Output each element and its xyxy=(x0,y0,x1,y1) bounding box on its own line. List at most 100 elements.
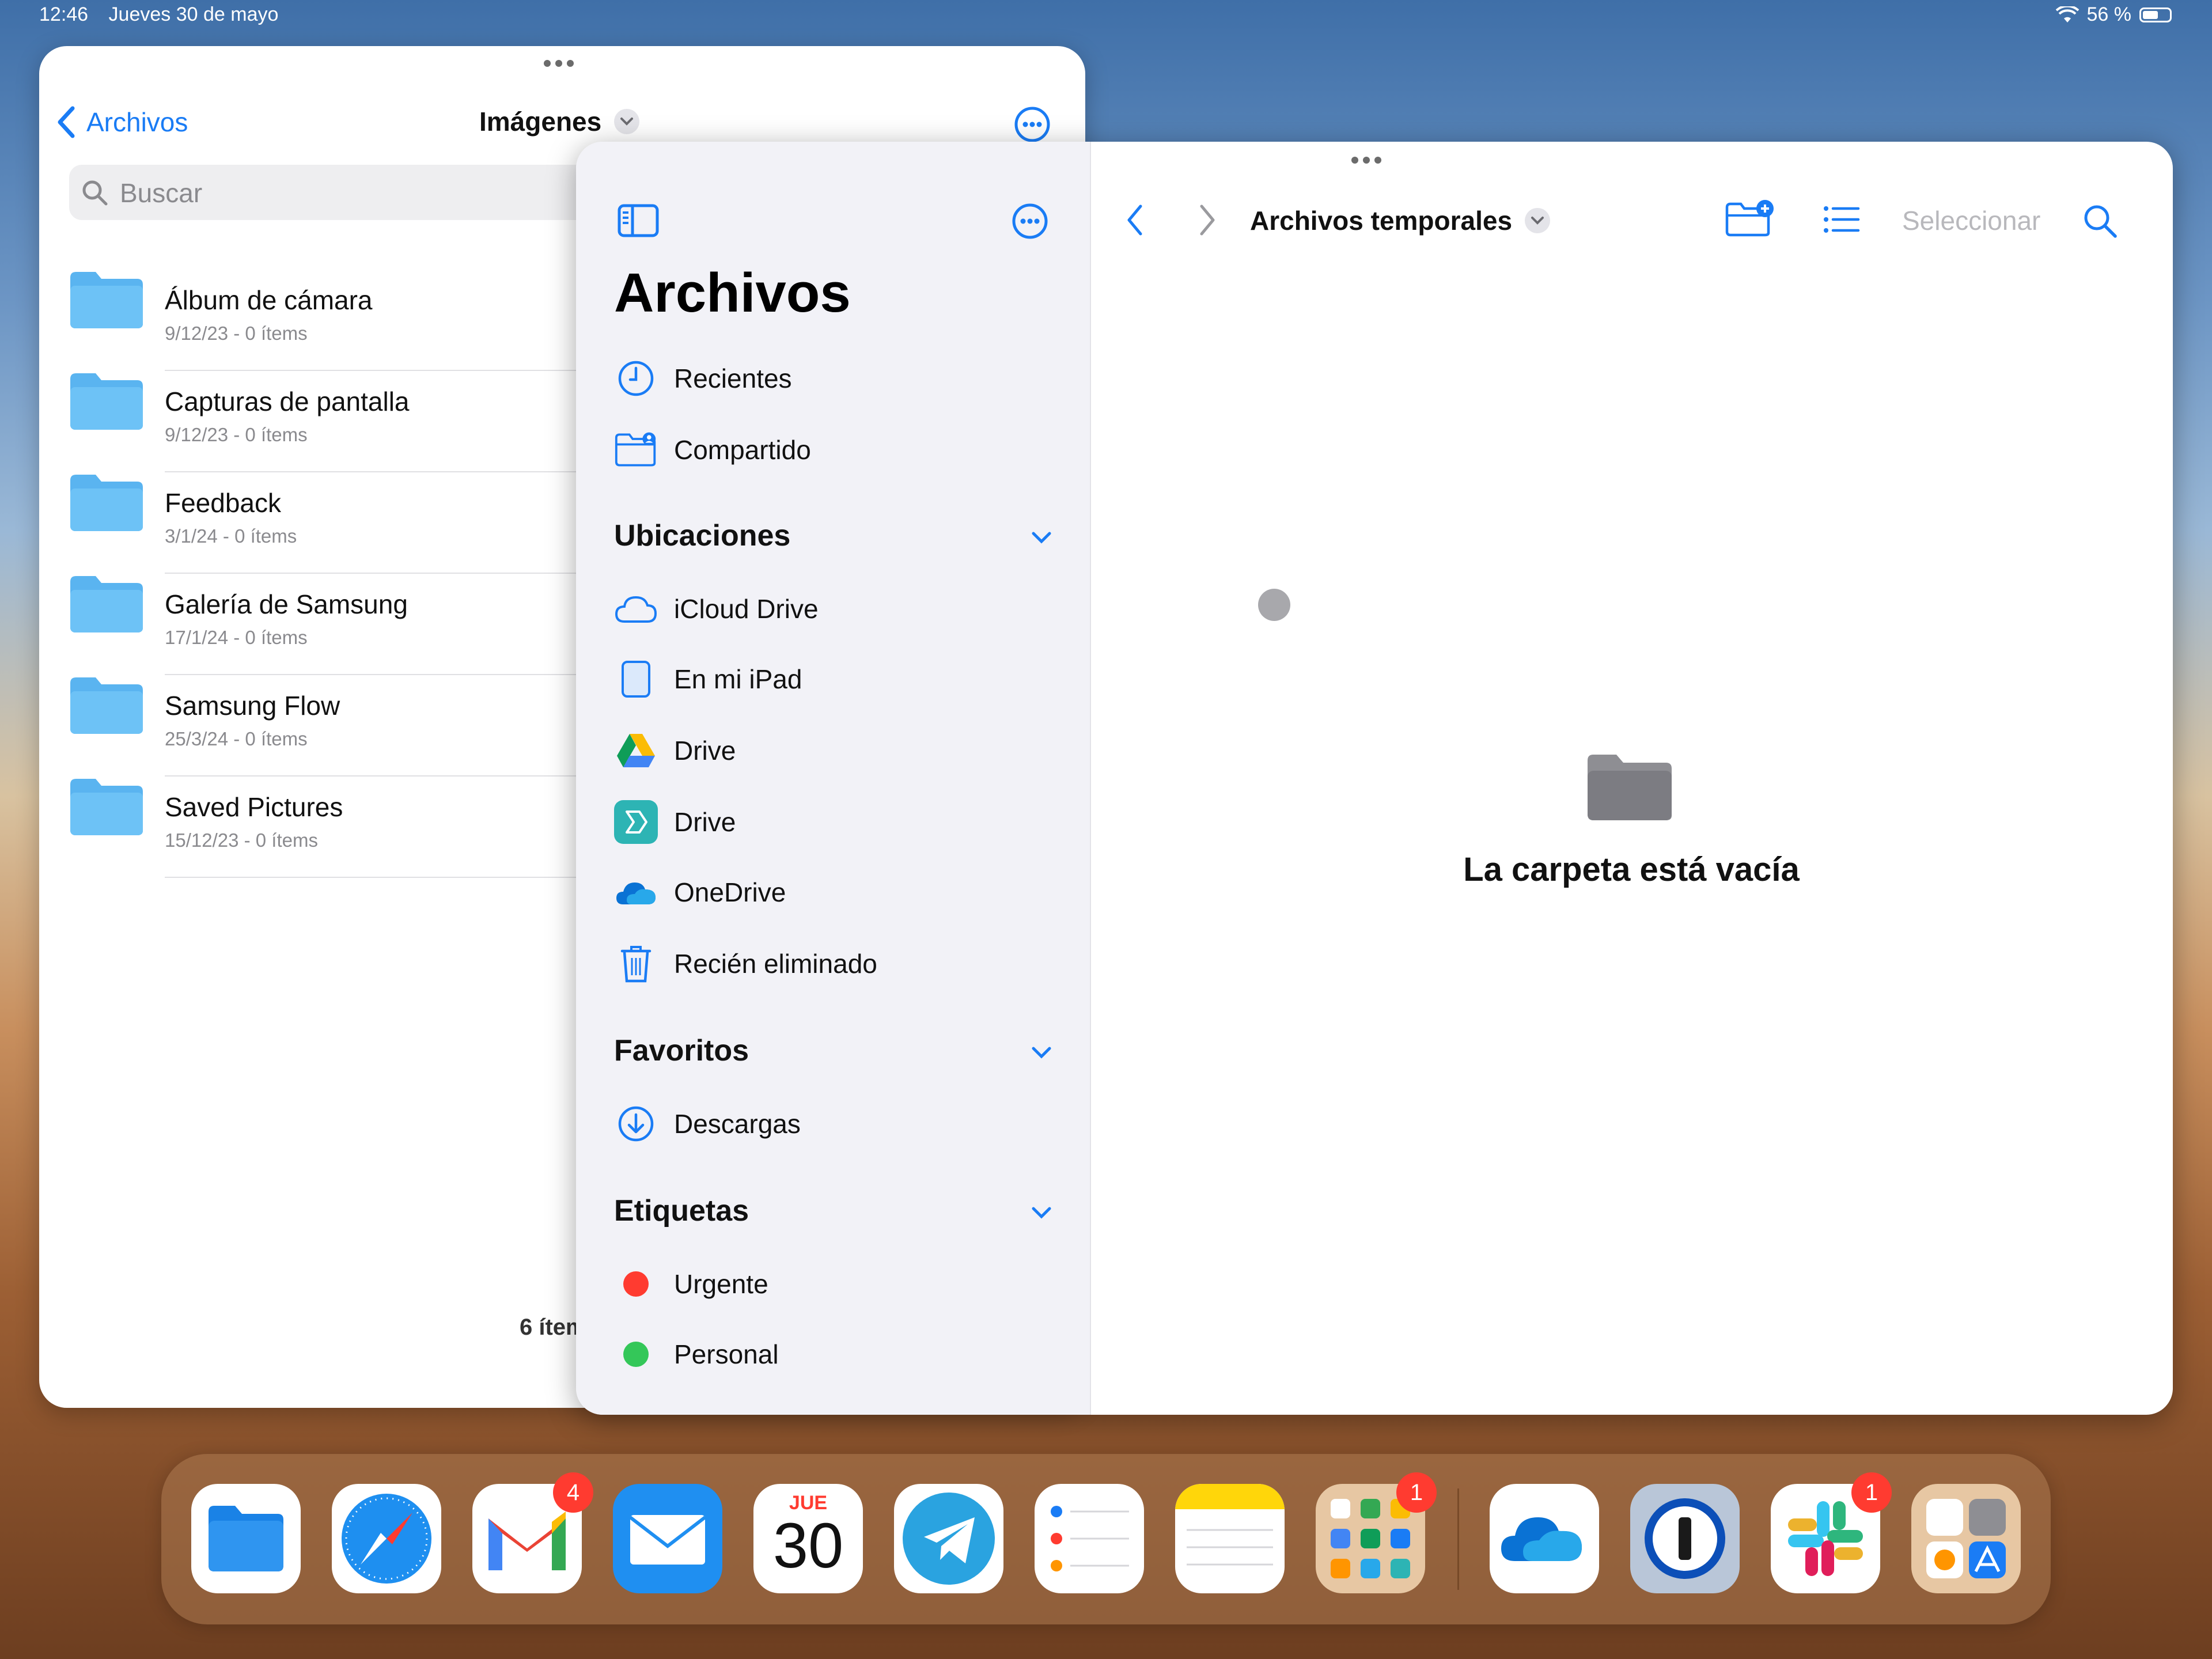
folder-name: Galería de Samsung xyxy=(165,589,408,619)
empty-folder-icon xyxy=(1588,755,1672,820)
status-date: Jueves 30 de mayo xyxy=(108,3,279,25)
sidebar-item-recently-deleted[interactable]: Recién eliminado xyxy=(614,944,877,984)
folder-meta: 25/3/24 - 0 ítems xyxy=(165,728,308,749)
trash-icon xyxy=(620,946,652,983)
more-options-icon[interactable] xyxy=(1014,106,1051,143)
folder-icon xyxy=(70,576,143,632)
chevron-left-icon xyxy=(58,106,75,138)
sidebar-item-label: Urgente xyxy=(674,1269,768,1299)
sidebar-item-icloud-drive[interactable]: iCloud Drive xyxy=(614,589,819,629)
notification-badge: 1 xyxy=(1851,1472,1892,1513)
app-library-icon xyxy=(1926,1499,2006,1578)
sidebar-item-drive-teal[interactable]: Drive xyxy=(614,800,736,844)
section-header-label: Ubicaciones xyxy=(614,519,791,552)
dock-app-notes[interactable] xyxy=(1175,1484,1285,1593)
sidebar-item-label: Compartido xyxy=(674,435,811,465)
telegram-app-icon xyxy=(903,1493,995,1585)
dock-app-files[interactable] xyxy=(191,1484,301,1593)
folder-meta: 3/1/24 - 0 ítems xyxy=(165,525,297,547)
select-button[interactable]: Seleccionar xyxy=(1902,205,2040,236)
folder-name: Feedback xyxy=(165,488,282,518)
dock-app-1password[interactable] xyxy=(1630,1484,1740,1593)
chevron-down-icon[interactable] xyxy=(1030,1045,1053,1061)
back-button[interactable]: Archivos xyxy=(56,106,188,138)
empty-message: La carpeta está vacía xyxy=(1463,851,1800,888)
chevron-down-icon xyxy=(1525,208,1551,233)
dock-app-library[interactable] xyxy=(1911,1484,2021,1593)
window-title-label: Imágenes xyxy=(479,107,602,137)
folder-meta: 17/1/24 - 0 ítems xyxy=(165,627,308,648)
sidebar-item-downloads[interactable]: Descargas xyxy=(614,1104,801,1144)
notification-badge: 1 xyxy=(1396,1472,1437,1513)
folder-icon xyxy=(70,373,143,430)
section-header-locations[interactable]: Ubicaciones xyxy=(614,518,790,553)
download-icon xyxy=(618,1106,654,1142)
notification-badge: 4 xyxy=(553,1472,593,1513)
sidebar-item-tag-personal[interactable]: Personal xyxy=(614,1334,779,1374)
back-nav-icon[interactable] xyxy=(1124,203,1145,237)
section-header-label: Favoritos xyxy=(614,1034,749,1067)
sidebar-item-shared[interactable]: Compartido xyxy=(614,430,811,470)
reminders-app-icon xyxy=(1051,1506,1129,1571)
sidebar: Archivos Recientes Compartido Ubicacione… xyxy=(576,142,1091,1415)
sidebar-item-label: OneDrive xyxy=(674,877,786,907)
shared-folder-icon xyxy=(615,432,656,467)
folder-title[interactable]: Archivos temporales xyxy=(1250,205,1551,236)
sidebar-item-google-drive[interactable]: Drive xyxy=(614,730,736,771)
red-tag-dot-icon xyxy=(623,1271,649,1297)
dock-app-onedrive[interactable] xyxy=(1490,1484,1599,1593)
section-header-label: Etiquetas xyxy=(614,1194,749,1228)
sidebar-title: Archivos xyxy=(614,262,851,324)
dock-app-mail[interactable] xyxy=(613,1484,722,1593)
sidebar-item-on-ipad[interactable]: En mi iPad xyxy=(614,659,802,699)
content-toolbar: Archivos temporales Seleccionar xyxy=(1090,142,2173,257)
dock-app-gmail[interactable]: 4 xyxy=(472,1472,593,1593)
folder-title-label: Archivos temporales xyxy=(1250,206,1513,236)
folder-icon xyxy=(70,677,143,734)
files-window-browser: Archivos Recientes Compartido Ubicacione… xyxy=(576,142,2173,1415)
sidebar-item-recents[interactable]: Recientes xyxy=(614,358,792,399)
folder-icon xyxy=(70,779,143,835)
folder-meta: 9/12/23 - 0 ítems xyxy=(165,323,308,344)
mail-app-icon xyxy=(629,1515,706,1565)
sidebar-item-label: Drive xyxy=(674,807,736,837)
dock-divider xyxy=(1457,1488,1459,1590)
sidebar-item-tag-urgente[interactable]: Urgente xyxy=(614,1264,768,1304)
window-grabber[interactable] xyxy=(544,60,574,67)
section-header-tags[interactable]: Etiquetas xyxy=(614,1194,749,1228)
sidebar-more-icon[interactable] xyxy=(1012,203,1048,240)
search-icon[interactable] xyxy=(2082,203,2118,238)
pointer-cursor xyxy=(1258,589,1290,621)
onedrive-icon xyxy=(616,882,656,904)
chevron-down-icon[interactable] xyxy=(1030,1205,1053,1221)
sidebar-item-label: Recién eliminado xyxy=(674,949,877,979)
1password-app-icon xyxy=(1645,1498,1725,1579)
forward-nav-icon[interactable] xyxy=(1197,203,1218,237)
dock-app-telegram[interactable] xyxy=(894,1484,1003,1593)
sidebar-item-label: En mi iPad xyxy=(674,664,802,694)
sidebar-toggle-icon[interactable] xyxy=(618,204,659,237)
dock-app-reminders[interactable] xyxy=(1035,1484,1144,1593)
ipad-icon xyxy=(622,661,650,698)
onedrive-app-icon xyxy=(1501,1517,1582,1561)
folder-name: Samsung Flow xyxy=(165,691,340,721)
new-folder-icon[interactable] xyxy=(1725,199,1775,237)
list-view-icon[interactable] xyxy=(1823,205,1861,234)
wifi-icon xyxy=(2055,6,2079,22)
folder-meta: 9/12/23 - 0 ítems xyxy=(165,424,308,445)
status-indicators: 56 % xyxy=(2055,3,2172,26)
dock-app-folder[interactable]: 1 xyxy=(1316,1472,1437,1593)
dock-app-slack[interactable]: 1 xyxy=(1771,1472,1892,1593)
safari-app-icon xyxy=(342,1494,431,1584)
section-header-favorites[interactable]: Favoritos xyxy=(614,1033,749,1068)
dock-app-calendar[interactable]: JUE 30 xyxy=(753,1484,863,1593)
sidebar-item-onedrive[interactable]: OneDrive xyxy=(614,872,786,912)
sidebar-item-label: iCloud Drive xyxy=(674,594,819,624)
sidebar-item-label: Recientes xyxy=(674,363,792,393)
window-title[interactable]: Imágenes xyxy=(479,106,640,137)
chevron-down-icon[interactable] xyxy=(1030,530,1053,546)
files-app-icon xyxy=(209,1506,283,1571)
notes-app-icon xyxy=(1175,1484,1285,1566)
dock-app-safari[interactable] xyxy=(332,1484,441,1593)
status-bar: 12:46 Jueves 30 de mayo xyxy=(39,3,293,26)
